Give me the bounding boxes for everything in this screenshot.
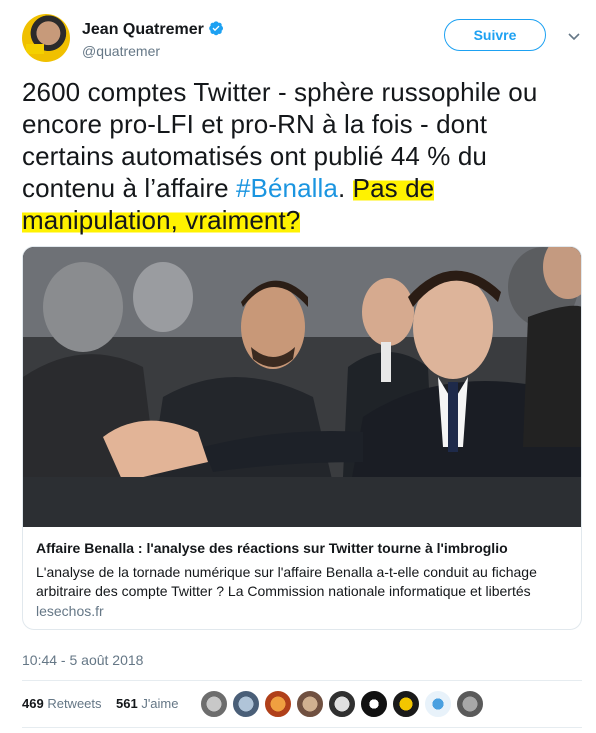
chevron-down-icon[interactable] xyxy=(566,28,582,44)
card-description: L'analyse de la tornade numérique sur l'… xyxy=(36,564,537,599)
author-avatar[interactable] xyxy=(22,14,70,62)
liker-avatar[interactable] xyxy=(424,690,452,718)
tweet-header: Jean Quatremer @quatremer Suivre xyxy=(22,14,582,64)
tweet-stats: 469 Retweets 561 J'aime xyxy=(22,696,178,711)
liker-avatar[interactable] xyxy=(264,690,292,718)
liker-avatar[interactable] xyxy=(456,690,484,718)
divider xyxy=(22,680,582,681)
card-title[interactable]: Affaire Benalla : l'analyse des réaction… xyxy=(36,540,508,556)
liker-avatar[interactable] xyxy=(296,690,324,718)
card-photo xyxy=(23,247,581,527)
likes-stat[interactable]: 561 J'aime xyxy=(116,696,179,711)
likes-label: J'aime xyxy=(141,696,179,711)
author-handle[interactable]: @quatremer xyxy=(82,43,160,59)
liker-avatar[interactable] xyxy=(328,690,356,718)
author-name[interactable]: Jean Quatremer xyxy=(82,20,224,39)
follow-button[interactable]: Suivre xyxy=(444,19,546,51)
hashtag-link[interactable]: #Bénalla xyxy=(236,173,338,203)
tweet-timestamp[interactable]: 10:44 - 5 août 2018 xyxy=(22,652,143,668)
crowd-photo-illustration xyxy=(23,247,581,527)
retweets-count: 469 xyxy=(22,696,44,711)
liker-avatar[interactable] xyxy=(200,690,228,718)
retweets-label: Retweets xyxy=(47,696,102,711)
divider xyxy=(22,727,582,728)
liker-avatar[interactable] xyxy=(392,690,420,718)
link-card[interactable]: Affaire Benalla : l'analyse des réaction… xyxy=(22,246,582,630)
liker-avatar[interactable] xyxy=(360,690,388,718)
author-name-text[interactable]: Jean Quatremer xyxy=(82,21,204,38)
card-domain: lesechos.fr xyxy=(36,603,104,619)
tweet-punct: . xyxy=(338,173,353,203)
liker-avatar[interactable] xyxy=(232,690,260,718)
verified-badge-icon xyxy=(209,21,223,36)
likes-count: 561 xyxy=(115,696,138,711)
retweets-stat[interactable]: 469 Retweets xyxy=(22,696,102,711)
tweet-text: 2600 comptes Twitter - sphère russophile… xyxy=(22,76,582,236)
